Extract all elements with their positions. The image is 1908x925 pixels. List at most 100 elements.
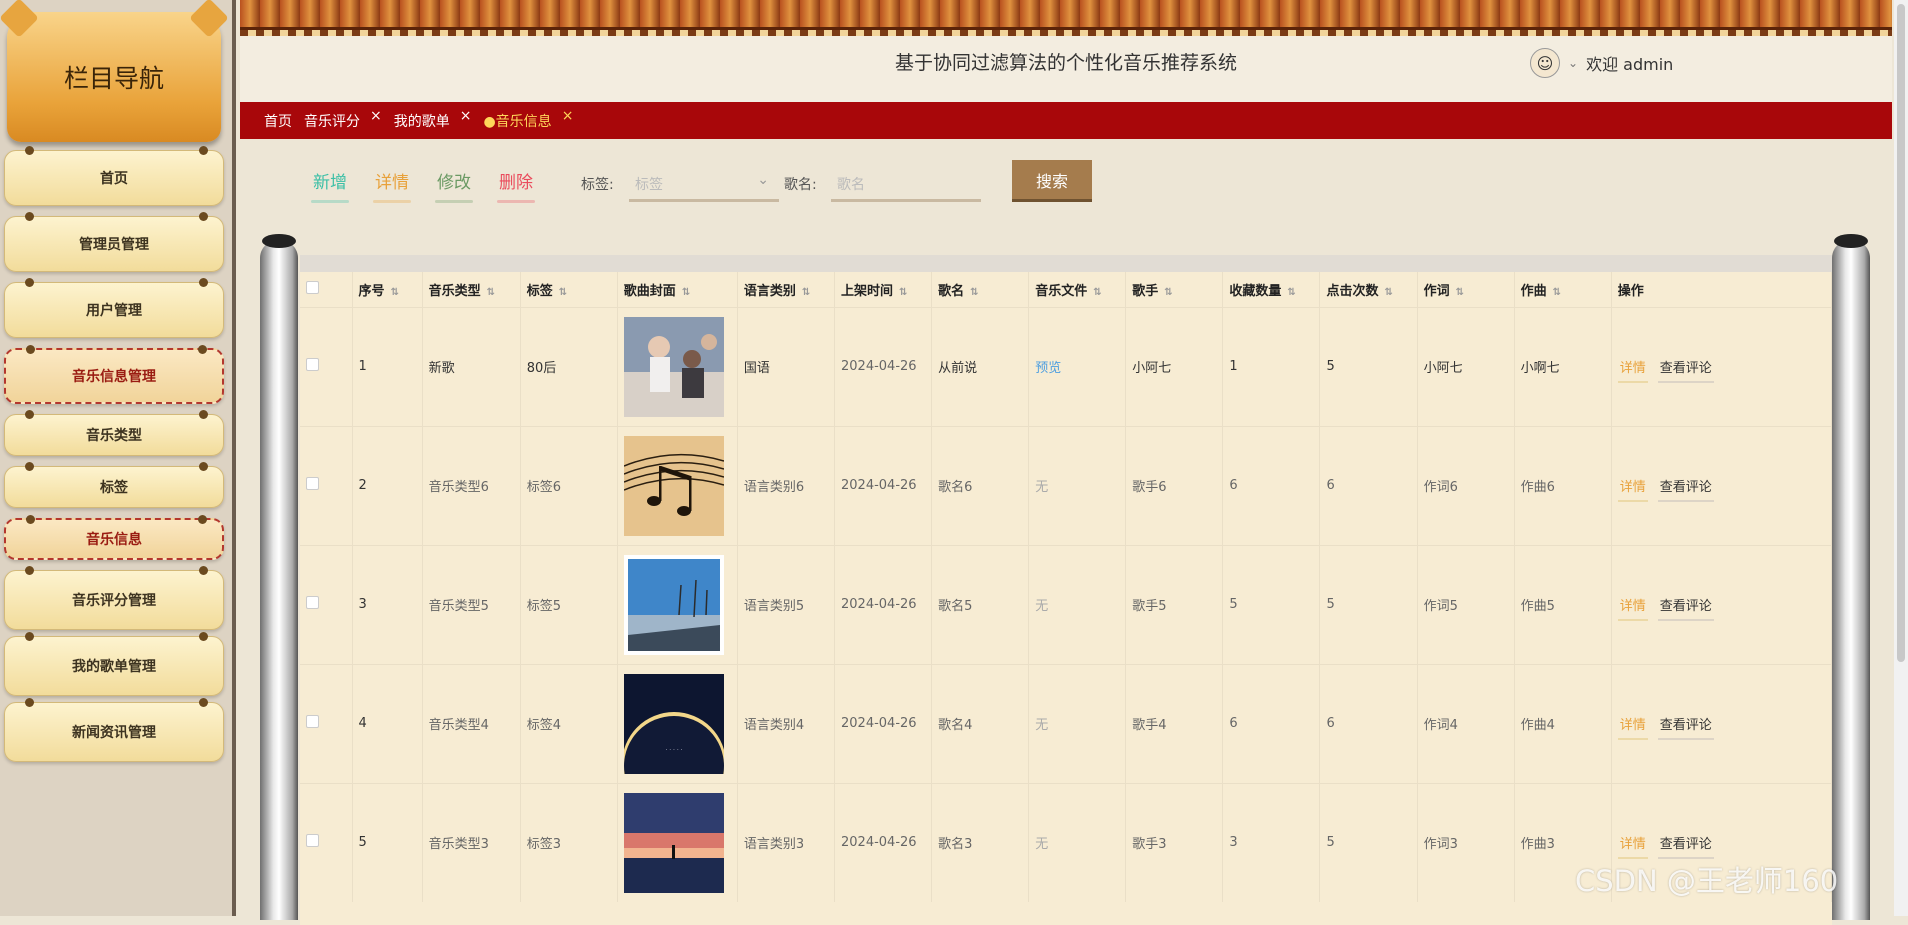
cell-clicks: 5 [1319,306,1418,426]
sort-icon[interactable]: ⇅ [970,287,978,298]
sort-icon[interactable]: ⇅ [899,287,907,298]
close-icon[interactable]: × [562,109,574,123]
sort-icon[interactable]: ⇅ [802,287,810,298]
view-comments-button[interactable]: 查看评论 [1657,837,1714,860]
edit-button[interactable]: 修改 [435,168,473,203]
sort-icon[interactable]: ⇅ [1164,287,1172,298]
row-detail-button[interactable]: 详情 [1617,718,1648,740]
table-row[interactable]: 4 音乐类型4 标签4 · · · · · 语言类别4 2024-04-26 歌名4 无 歌手4… [300,663,1832,783]
cell-music-file: 无 [1028,425,1127,545]
view-comments-button[interactable]: 查看评论 [1657,361,1714,383]
page-scrollbar[interactable] [1894,0,1908,916]
row-select-cell [300,425,353,545]
cell-music-file[interactable]: 预览 [1028,306,1127,426]
album-cover-image[interactable] [623,435,724,536]
column-header[interactable]: 音乐类型 ⇅ [422,272,521,307]
sort-icon[interactable]: ⇅ [1384,287,1392,298]
column-header-label: 上架时间 [841,283,894,299]
column-header[interactable]: 操作 [1611,272,1832,307]
column-header[interactable]: 语言类别 ⇅ [737,272,836,307]
delete-button[interactable]: 删除 [497,168,535,203]
song-name-input[interactable]: 歌名 [831,166,981,202]
column-header[interactable]: 音乐文件 ⇅ [1028,272,1127,307]
album-cover-image[interactable] [623,316,724,417]
sidebar-item[interactable]: 管理员管理 [4,212,224,272]
sidebar-item[interactable]: 音乐评分管理 [4,566,224,630]
row-detail-button[interactable]: 详情 [1617,837,1648,860]
chevron-down-icon[interactable]: ⌄ [1568,56,1578,70]
tab-my-playlist[interactable]: 我的歌单 × [394,109,472,131]
row-checkbox[interactable] [306,715,319,728]
album-cover-image[interactable] [623,792,724,893]
sidebar-title: 栏目导航 [7,12,221,142]
scrollbar-thumb[interactable] [1897,4,1905,662]
sidebar-item[interactable]: 音乐信息 [4,515,224,560]
column-header[interactable]: 点击次数 ⇅ [1319,272,1418,307]
tab-music-info[interactable]: ●音乐信息 × [483,109,574,131]
music-file-link[interactable]: 预览 [1035,361,1061,376]
tab-music-rating[interactable]: 音乐评分 × [304,109,382,131]
column-header[interactable]: 标签 ⇅ [520,272,618,307]
sidebar-item[interactable]: 音乐类型 [4,410,224,456]
table-row[interactable]: 1 新歌 80后 国语 2024-04-26 从前说 预览 小阿七 1 5 小阿七 小啊七 详情 查看评论 [300,306,1832,426]
sidebar-item[interactable]: 首页 [4,146,224,206]
sort-icon[interactable]: ⇅ [1553,287,1561,298]
sort-icon[interactable]: ⇅ [1287,287,1295,298]
column-header[interactable]: 歌手 ⇅ [1125,272,1224,307]
select-all-checkbox[interactable] [306,280,319,294]
tab-home[interactable]: 首页 [264,111,292,131]
add-button[interactable]: 新增 [311,168,349,203]
sort-icon[interactable]: ⇅ [1456,287,1464,298]
view-comments-button[interactable]: 查看评论 [1657,599,1714,621]
sort-icon[interactable]: ⇅ [391,287,399,298]
column-header[interactable]: 作曲 ⇅ [1514,272,1612,307]
column-header-label: 音乐文件 [1035,283,1088,299]
song-name-label: 歌名: [784,177,817,193]
row-detail-button[interactable]: 详情 [1617,480,1648,502]
column-header[interactable]: 上架时间 ⇅ [834,272,933,307]
user-menu[interactable]: ☺ ⌄ 欢迎 admin [1530,48,1673,78]
sidebar-item[interactable]: 标签 [4,462,224,508]
sort-icon[interactable]: ⇅ [487,287,495,298]
cell-composer-value: 作曲4 [1520,718,1555,733]
sidebar-item[interactable]: 新闻资讯管理 [4,698,224,762]
cell-cover [617,544,738,664]
close-icon[interactable]: × [370,109,382,123]
sort-icon[interactable]: ⇅ [559,287,567,298]
view-comments-button[interactable]: 查看评论 [1657,480,1714,502]
cell-lyricist-value: 作词3 [1423,837,1458,853]
column-header[interactable]: 歌名 ⇅ [931,272,1030,307]
column-header[interactable]: 歌曲封面 ⇅ [617,272,738,307]
column-header[interactable]: 序号 ⇅ [352,272,423,307]
cell-cover [617,306,738,426]
avatar[interactable]: ☺ [1530,48,1560,78]
album-cover-image[interactable] [623,554,724,655]
cell-music-type-value: 音乐类型5 [428,599,489,614]
row-checkbox[interactable] [306,477,319,490]
detail-button[interactable]: 详情 [373,168,411,203]
pin-icon [25,278,34,287]
sidebar-item-label: 用户管理 [86,303,142,319]
search-button[interactable]: 搜索 [1012,160,1092,202]
sidebar-item[interactable]: 音乐信息管理 [4,345,224,404]
column-header[interactable]: 收藏数量 ⇅ [1222,272,1321,307]
row-detail-button[interactable]: 详情 [1617,361,1648,383]
close-icon[interactable]: × [460,109,472,123]
table-row[interactable]: 2 音乐类型6 标签6 语言类别6 2024-04-26 歌名6 无 歌手6 6 6 作词6 作曲6 详… [300,425,1832,545]
column-header[interactable]: 作词 ⇅ [1417,272,1515,307]
sidebar-item[interactable]: 用户管理 [4,278,224,338]
tag-select[interactable]: 标签 ⌄ [629,166,779,202]
row-checkbox[interactable] [306,358,319,371]
pin-icon [25,698,34,707]
table-row[interactable]: 3 音乐类型5 标签5 语言类别5 2024-04-26 歌名5 无 歌手5 5 5 作词5 作曲5 详… [300,544,1832,664]
album-cover-image[interactable]: · · · · · [623,673,724,774]
sort-icon[interactable]: ⇅ [682,287,690,298]
cell-tag: 标签5 [520,544,618,664]
row-detail-button[interactable]: 详情 [1617,599,1648,621]
pin-icon [199,462,208,471]
sidebar-item[interactable]: 我的歌单管理 [4,632,224,696]
row-checkbox[interactable] [306,596,319,609]
view-comments-button[interactable]: 查看评论 [1657,718,1714,740]
sort-icon[interactable]: ⇅ [1093,287,1101,298]
row-checkbox[interactable] [306,834,319,848]
